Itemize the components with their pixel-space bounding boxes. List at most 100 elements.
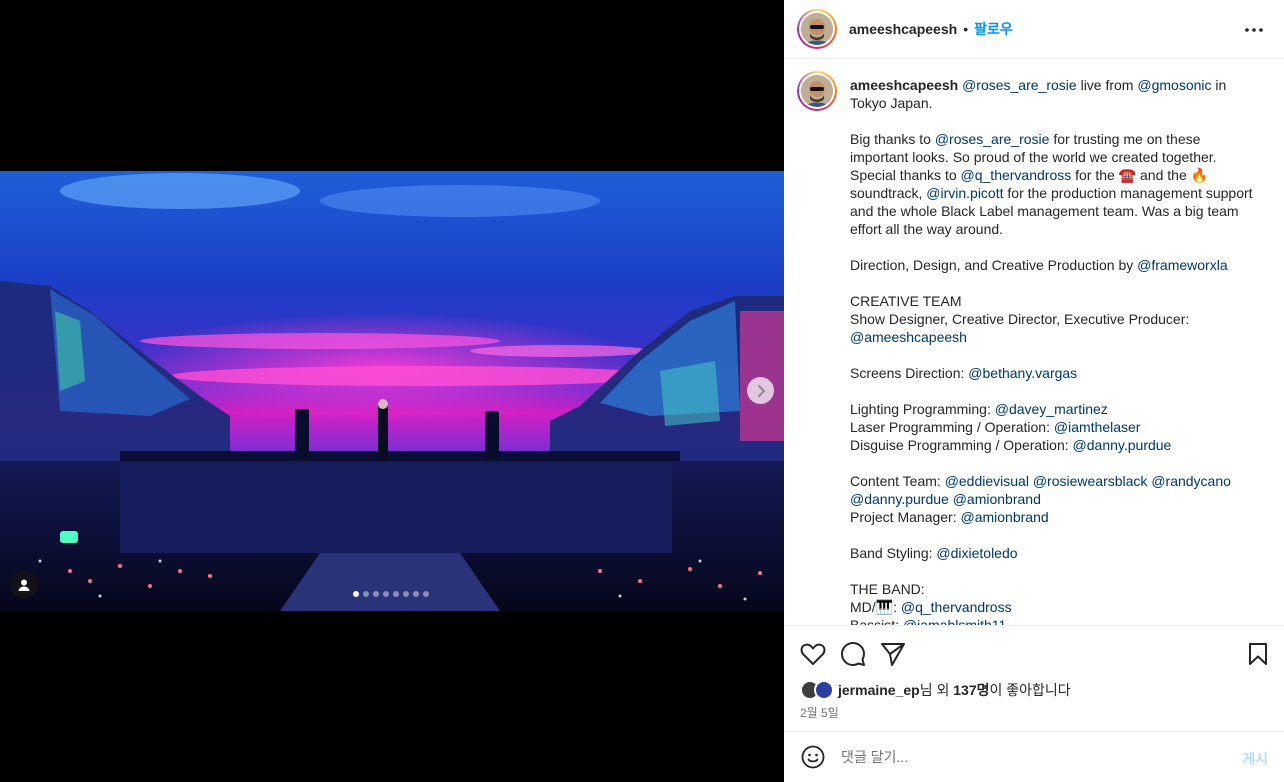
caption-blank-line	[850, 346, 1262, 364]
caption-text-segment: live from	[1076, 77, 1138, 93]
caption-text-segment: Band Styling:	[850, 545, 937, 561]
mention-link[interactable]: @q_thervandross	[901, 599, 1012, 615]
more-options-button[interactable]	[1242, 18, 1266, 42]
caption-text-segment: Bassist:	[850, 617, 903, 625]
mention-link[interactable]: @roses_are_rosie	[935, 131, 1050, 147]
caption-text-segment: Project Manager:	[850, 509, 961, 525]
mention-link[interactable]: @rosiewearsblack	[1033, 473, 1148, 489]
bookmark-icon	[1249, 643, 1267, 665]
mention-link[interactable]: @amionbrand	[953, 491, 1041, 507]
caption-text-segment: Show Designer, Creative Director, Execut…	[850, 311, 1190, 327]
caption-scroll-area[interactable]: ameeshcapeesh @roses_are_rosie live from…	[784, 60, 1284, 625]
caption-paragraph: Laser Programming / Operation: @iamthela…	[850, 418, 1262, 436]
share-button[interactable]	[879, 640, 907, 668]
caption-text-segment: Laser Programming / Operation:	[850, 419, 1054, 435]
mention-link[interactable]: @danny.purdue	[1073, 437, 1172, 453]
profile-photo	[801, 13, 833, 45]
caption-paragraph: ameeshcapeesh @roses_are_rosie live from…	[850, 76, 1262, 112]
caption-author-username[interactable]: ameeshcapeesh	[850, 77, 958, 93]
carousel-dot	[353, 591, 359, 597]
caption-paragraph: Disguise Programming / Operation: @danny…	[850, 436, 1262, 454]
caption-paragraph: Screens Direction: @bethany.vargas	[850, 364, 1262, 382]
emoji-icon	[801, 745, 825, 769]
caption-text-segment: THE BAND:	[850, 581, 925, 597]
caption-text: ameeshcapeesh @roses_are_rosie live from…	[850, 76, 1262, 625]
profile-photo	[801, 75, 833, 107]
tagged-users-button[interactable]	[10, 571, 38, 599]
mention-link[interactable]: @iamthelaser	[1054, 419, 1141, 435]
carousel-dot	[403, 591, 409, 597]
mention-link[interactable]: @q_thervandross	[961, 167, 1072, 183]
caption-paragraph: Band Styling: @dixietoledo	[850, 544, 1262, 562]
carousel-indicator	[353, 591, 429, 597]
mention-link[interactable]: @roses_are_rosie	[962, 77, 1077, 93]
author-avatar[interactable]	[797, 9, 837, 49]
author-username[interactable]: ameeshcapeesh	[849, 21, 957, 37]
user-tag-icon	[18, 579, 30, 591]
mention-link[interactable]: @randycano	[1151, 473, 1231, 489]
mention-link[interactable]: @davey_martinez	[995, 401, 1108, 417]
share-icon	[881, 643, 905, 666]
comment-icon	[841, 642, 865, 666]
carousel-next-button[interactable]	[747, 377, 774, 404]
caption-paragraph: Show Designer, Creative Director, Execut…	[850, 310, 1262, 346]
mention-link[interactable]: @dixietoledo	[936, 545, 1017, 561]
caption-text-segment: Content Team:	[850, 473, 945, 489]
likes-mid-text: 님 외	[919, 682, 954, 698]
caption-blank-line	[850, 274, 1262, 292]
carousel-dot	[393, 591, 399, 597]
heart-icon	[800, 643, 826, 665]
post-comment-button[interactable]: 게시	[1242, 749, 1268, 769]
likes-summary: jermaine_ep님 외 137명이 좋아합니다	[800, 680, 1071, 700]
caption-text-segment: Direction, Design, and Creative Producti…	[850, 257, 1138, 273]
caption-blank-line	[850, 454, 1262, 472]
carousel-dot	[423, 591, 429, 597]
caption-blank-line	[850, 526, 1262, 544]
caption-text-segment: Lighting Programming:	[850, 401, 995, 417]
like-button[interactable]	[799, 640, 827, 668]
post-side-panel: ameeshcapeesh • 팔로우 ameeshcapeesh @roses…	[784, 0, 1284, 782]
mention-link[interactable]: @irvin.picott	[926, 185, 1003, 201]
carousel-dot	[383, 591, 389, 597]
mention-link[interactable]: @eddievisual	[945, 473, 1029, 489]
header-separator: •	[963, 21, 969, 37]
more-options-icon	[1245, 28, 1263, 32]
caption-text-segment: MD/🎹:	[850, 599, 901, 615]
caption-text-segment: CREATIVE TEAM	[850, 293, 962, 309]
save-button[interactable]	[1244, 640, 1272, 668]
post-date[interactable]: 2월 5일	[800, 704, 839, 721]
comment-button[interactable]	[839, 640, 867, 668]
mention-link[interactable]: @ameeshcapeesh	[850, 329, 967, 345]
emoji-button[interactable]	[800, 744, 826, 770]
likes-suffix: 이 좋아합니다	[989, 682, 1071, 698]
post-actions: jermaine_ep님 외 137명이 좋아합니다 2월 5일	[784, 625, 1284, 731]
caption-blank-line	[850, 112, 1262, 130]
chevron-right-icon	[757, 384, 765, 397]
caption-paragraph: Big thanks to @roses_are_rosie for trust…	[850, 130, 1262, 238]
mention-link[interactable]: @amionbrand	[961, 509, 1049, 525]
comment-input[interactable]	[841, 749, 1211, 765]
caption-paragraph: Bassist: @iamablsmith11	[850, 616, 1262, 625]
post-photo	[0, 171, 784, 611]
post-header: ameeshcapeesh • 팔로우	[784, 0, 1284, 59]
mention-link[interactable]: @frameworxla	[1137, 257, 1227, 273]
liker-username[interactable]: jermaine_ep	[838, 682, 920, 698]
caption-paragraph: CREATIVE TEAM	[850, 292, 1262, 310]
mention-link[interactable]: @danny.purdue	[850, 491, 949, 507]
caption-blank-line	[850, 562, 1262, 580]
caption-paragraph: Lighting Programming: @davey_martinez	[850, 400, 1262, 418]
mention-link[interactable]: @iamablsmith11	[903, 617, 1006, 625]
follow-button[interactable]: 팔로우	[974, 19, 1013, 39]
caption-paragraph: Direction, Design, and Creative Producti…	[850, 256, 1262, 274]
caption-text-segment: Screens Direction:	[850, 365, 969, 381]
likes-text[interactable]: jermaine_ep님 외 137명이 좋아합니다	[838, 680, 1071, 700]
caption-text-segment: Disguise Programming / Operation:	[850, 437, 1073, 453]
likes-count[interactable]: 137명	[953, 682, 989, 698]
carousel-dot	[363, 591, 369, 597]
mention-link[interactable]: @gmosonic	[1137, 77, 1211, 93]
concert-stage-photo	[0, 171, 784, 611]
caption-author-avatar[interactable]	[797, 71, 837, 111]
mention-link[interactable]: @bethany.vargas	[968, 365, 1077, 381]
liker-avatar[interactable]	[814, 680, 834, 700]
comment-composer: 게시	[784, 731, 1284, 782]
